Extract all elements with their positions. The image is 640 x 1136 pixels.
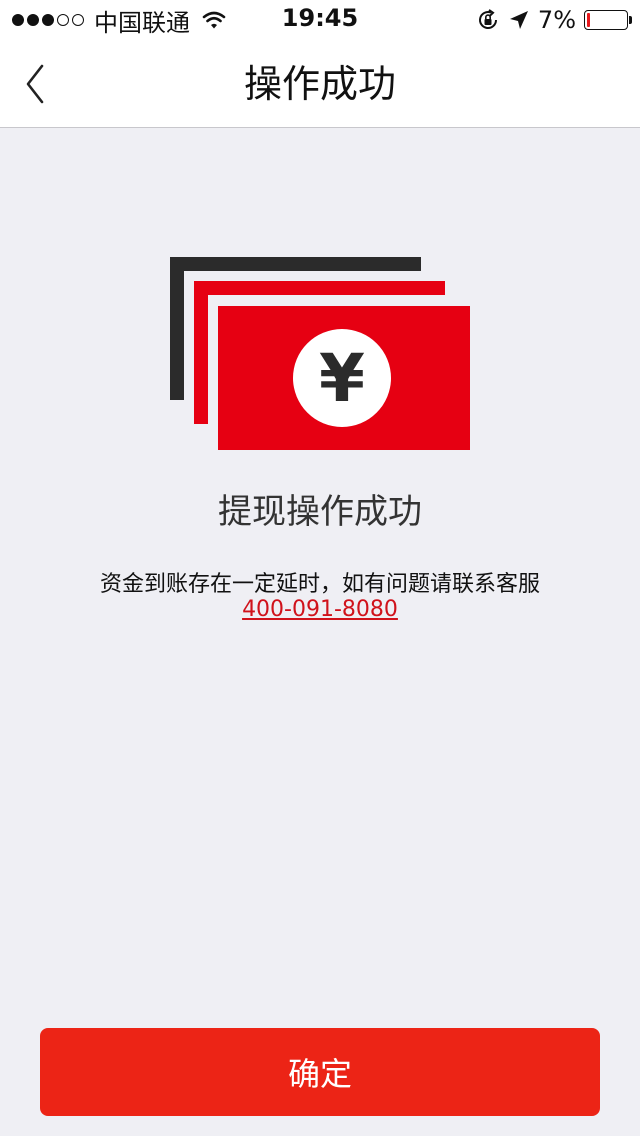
page-title: 操作成功 <box>243 62 396 106</box>
battery-percent: 7% <box>537 6 576 34</box>
customer-service-phone-link[interactable]: 400-091-8080 <box>0 597 640 622</box>
navigation-bar: 操作成功 <box>0 40 640 128</box>
yuan-icon: ¥ <box>319 340 365 417</box>
status-bar: 中国联通 19:45 7% <box>0 0 640 40</box>
success-title: 提现操作成功 <box>218 492 422 532</box>
confirm-button[interactable]: 确定 <box>40 1028 600 1116</box>
money-bills-illustration: ¥ <box>170 257 470 450</box>
battery-icon <box>584 10 632 30</box>
notice-text: 资金到账存在一定延时，如有问题请联系客服 <box>99 572 540 597</box>
status-right: 7% <box>476 6 632 34</box>
location-arrow-icon <box>509 11 528 29</box>
battery-level <box>587 13 590 27</box>
chevron-left-icon <box>26 64 44 104</box>
rotation-lock-icon <box>478 9 497 29</box>
back-button[interactable] <box>14 58 58 110</box>
